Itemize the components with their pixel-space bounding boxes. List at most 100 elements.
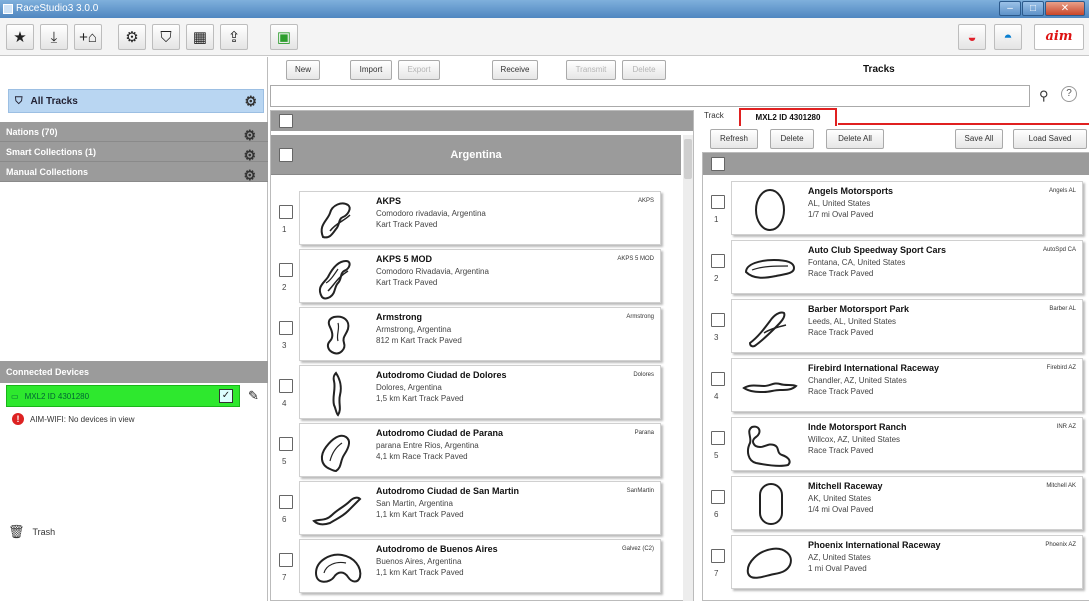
scrollbar-thumb[interactable] — [684, 139, 692, 179]
delete-button[interactable]: Delete — [622, 60, 666, 80]
track-card[interactable]: Autodromo de Buenos Aires Buenos Aires, … — [299, 539, 661, 593]
settings-icon[interactable]: ⚙ — [118, 24, 146, 50]
select-all-checkbox[interactable] — [279, 114, 293, 128]
track-card[interactable]: Inde Motorsport Ranch Willcox, AZ, Unite… — [731, 417, 1083, 471]
track-card[interactable]: Mitchell Raceway AK, United States 1/4 m… — [731, 476, 1083, 530]
track-location: Comodoro rivadavia, Argentina — [376, 209, 486, 218]
sidebar-item-manual-collections[interactable]: Manual Collections ⚙ — [0, 162, 268, 185]
device-checkbox[interactable]: ✓ — [219, 389, 233, 403]
track-card[interactable]: Angels Motorsports AL, United States 1/7… — [731, 181, 1083, 235]
track-checkbox[interactable] — [711, 254, 725, 268]
sidebar-item-label: Manual Collections — [6, 167, 89, 177]
item-number: 5 — [282, 457, 287, 466]
upload-icon[interactable]: ⇪ — [220, 24, 248, 50]
transmit-button[interactable]: Transmit — [566, 60, 616, 80]
connected-device-item[interactable]: ▭ MXL2 ID 4301280 ✓ — [6, 385, 240, 407]
load-saved-button[interactable]: Load Saved — [1013, 129, 1087, 149]
gear-icon[interactable]: ⚙ — [243, 165, 256, 185]
track-checkbox[interactable] — [279, 495, 293, 509]
list-item[interactable]: 6 Autodromo Ciudad de San Martin San Mar… — [271, 481, 681, 537]
delete-device-track-button[interactable]: Delete — [770, 129, 814, 149]
track-checkbox[interactable] — [711, 490, 725, 504]
star-icon[interactable]: ★ — [6, 24, 34, 50]
track-checkbox[interactable] — [711, 431, 725, 445]
wifi-icon[interactable]: ◒ — [958, 24, 986, 50]
delete-all-button[interactable]: Delete All — [826, 129, 884, 149]
list-item[interactable]: 7 Autodromo de Buenos Aires Buenos Aires… — [271, 539, 681, 595]
list-item[interactable]: 5 Inde Motorsport Ranch Willcox, AZ, Uni… — [703, 417, 1089, 473]
sidebar-item-nations[interactable]: Nations (70) ⚙ — [0, 122, 268, 143]
item-number: 1 — [282, 225, 287, 234]
track-checkbox[interactable] — [279, 321, 293, 335]
receive-button[interactable]: Receive — [492, 60, 538, 80]
import-button[interactable]: Import — [350, 60, 392, 80]
track-checkbox[interactable] — [279, 379, 293, 393]
export-button[interactable]: Export — [398, 60, 440, 80]
gear-icon[interactable]: ⚙ — [244, 93, 257, 110]
track-map-icon — [755, 189, 785, 231]
track-card[interactable]: Barber Motorsport Park Leeds, AL, United… — [731, 299, 1083, 353]
track-checkbox[interactable] — [711, 549, 725, 563]
device-icon[interactable]: ▣ — [270, 24, 298, 50]
save-all-button[interactable]: Save All — [955, 129, 1003, 149]
close-button[interactable]: ✕ — [1045, 1, 1085, 16]
list-item[interactable]: 1 AKPS Comodoro rivadavia, Argentina Kar… — [271, 191, 681, 247]
edit-device-icon[interactable]: ✎ — [248, 388, 259, 404]
track-card[interactable]: Armstrong Armstrong, Argentina 812 m Kar… — [299, 307, 661, 361]
collections-list: Nations (70) ⚙ Smart Collections (1) ⚙ M… — [0, 122, 268, 183]
sidebar: ⛉ All Tracks ⚙ Nations (70) ⚙ Smart Coll… — [0, 57, 268, 601]
list-item[interactable]: 3 Armstrong Armstrong, Argentina 812 m K… — [271, 307, 681, 363]
list-item[interactable]: 2 AKPS 5 MOD Comodoro Rivadavia, Argenti… — [271, 249, 681, 305]
track-card[interactable]: Autodromo Ciudad de Parana parana Entre … — [299, 423, 661, 477]
track-map-icon — [312, 496, 362, 526]
track-checkbox[interactable] — [711, 372, 725, 386]
item-number: 7 — [282, 573, 287, 582]
helmet-icon[interactable]: ◓ — [994, 24, 1022, 50]
track-card[interactable]: Autodromo Ciudad de Dolores Dolores, Arg… — [299, 365, 661, 419]
track-checkbox[interactable] — [279, 437, 293, 451]
track-checkbox[interactable] — [711, 195, 725, 209]
track-checkbox[interactable] — [279, 263, 293, 277]
help-icon[interactable]: ? — [1061, 86, 1077, 102]
refresh-button[interactable]: Refresh — [710, 129, 758, 149]
trash-item[interactable]: 🗑 Trash — [8, 524, 55, 540]
vertical-scrollbar[interactable] — [683, 135, 693, 601]
sidebar-item-all-tracks[interactable]: ⛉ All Tracks ⚙ — [8, 89, 264, 113]
list-item[interactable]: 2 Auto Club Speedway Sport Cars Fontana,… — [703, 240, 1089, 296]
search-icon[interactable]: ⚲ — [1039, 88, 1049, 104]
search-input[interactable] — [270, 85, 1030, 107]
list-item[interactable]: 6 Mitchell Raceway AK, United States 1/4… — [703, 476, 1089, 532]
list-item[interactable]: 5 Autodromo Ciudad de Parana parana Entr… — [271, 423, 681, 479]
tracks-icon[interactable]: ⛉ — [152, 24, 180, 50]
track-card[interactable]: Auto Club Speedway Sport Cars Fontana, C… — [731, 240, 1083, 294]
maximize-button[interactable]: □ — [1022, 1, 1044, 16]
track-checkbox[interactable] — [711, 313, 725, 327]
device-track-list: 1 Angels Motorsports AL, United States 1… — [702, 152, 1089, 601]
list-item[interactable]: 1 Angels Motorsports AL, United States 1… — [703, 181, 1089, 237]
add-track-icon[interactable]: +⌂ — [74, 24, 102, 50]
minimize-button[interactable]: – — [999, 1, 1021, 16]
select-all-checkbox[interactable] — [711, 157, 725, 171]
list-item[interactable]: 7 Phoenix International Raceway AZ, Unit… — [703, 535, 1089, 591]
download-icon[interactable]: ⤓ — [40, 24, 68, 50]
track-card[interactable]: Phoenix International Raceway AZ, United… — [731, 535, 1083, 589]
track-type: 1,1 km Kart Track Paved — [376, 510, 464, 519]
track-checkbox[interactable] — [279, 205, 293, 219]
track-checkbox[interactable] — [279, 553, 293, 567]
track-name: Autodromo Ciudad de Dolores — [376, 370, 507, 380]
new-button[interactable]: New — [286, 60, 320, 80]
item-number: 3 — [282, 341, 287, 350]
layout-icon[interactable]: ▦ — [186, 24, 214, 50]
track-card[interactable]: AKPS Comodoro rivadavia, Argentina Kart … — [299, 191, 661, 245]
track-card[interactable]: Autodromo Ciudad de San Martin San Marti… — [299, 481, 661, 535]
country-checkbox[interactable] — [279, 148, 293, 162]
sidebar-item-smart-collections[interactable]: Smart Collections (1) ⚙ — [0, 142, 268, 163]
list-item[interactable]: 4 Firebird International Raceway Chandle… — [703, 358, 1089, 414]
tab-track[interactable]: Track — [704, 111, 724, 120]
list-item[interactable]: 4 Autodromo Ciudad de Dolores Dolores, A… — [271, 365, 681, 421]
sidebar-item-label: All Tracks — [30, 95, 78, 107]
list-item[interactable]: 3 Barber Motorsport Park Leeds, AL, Unit… — [703, 299, 1089, 355]
tab-device[interactable]: MXL2 ID 4301280 — [739, 108, 837, 126]
track-card[interactable]: Firebird International Raceway Chandler,… — [731, 358, 1083, 412]
track-card[interactable]: AKPS 5 MOD Comodoro Rivadavia, Argentina… — [299, 249, 661, 303]
